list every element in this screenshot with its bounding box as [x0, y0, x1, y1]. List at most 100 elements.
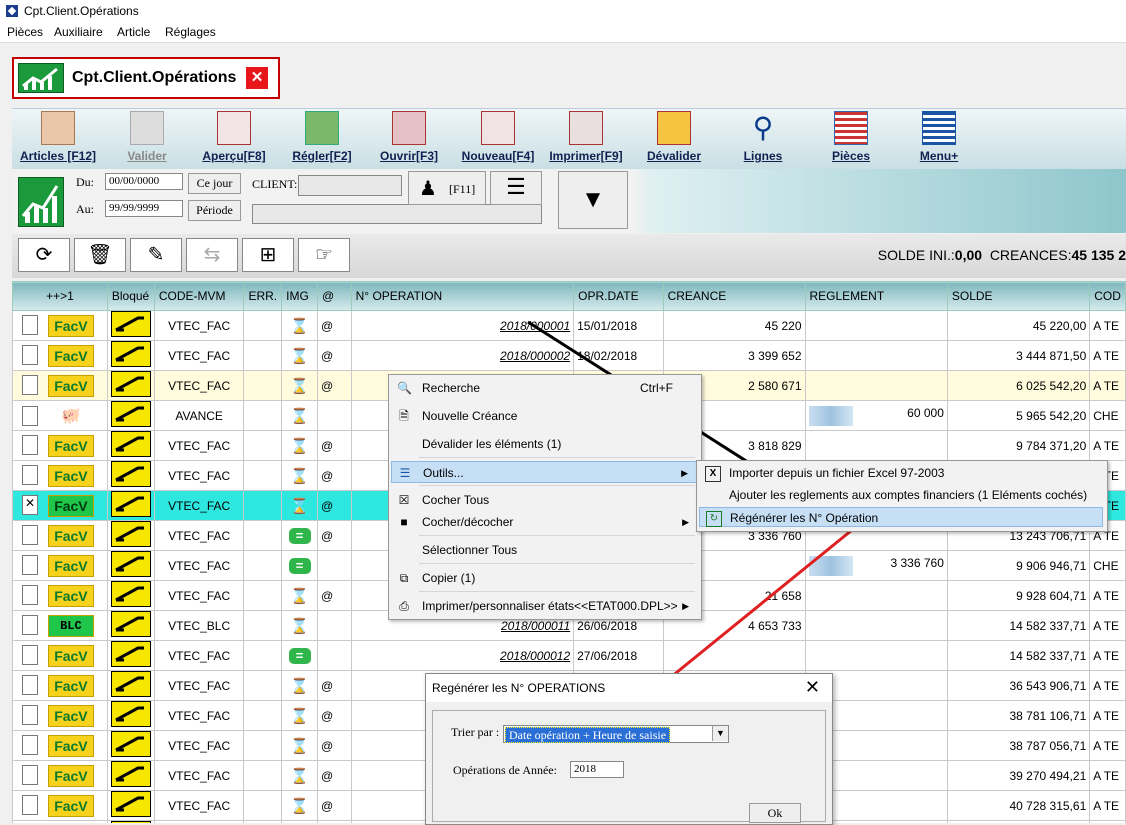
du-date-field[interactable]: 00/00/0000	[105, 173, 183, 190]
num-operation-cell[interactable]: 2018/000001	[350, 310, 575, 341]
row-check-cell[interactable]: FacV	[12, 370, 108, 401]
bloque-cell[interactable]	[106, 430, 155, 461]
submenu-item-ajouter-reglements[interactable]: Ajouter les reglements aux comptes finan…	[699, 485, 1103, 505]
bloque-cell[interactable]	[106, 310, 155, 341]
row-check-cell[interactable]: ✕ FacV	[12, 490, 108, 521]
row-check-cell[interactable]: FacV	[12, 730, 108, 761]
column-header-opr-date[interactable]: OPR.DATE	[573, 281, 664, 311]
column-header-num-operation[interactable]: N° OPERATION	[350, 281, 575, 311]
valider-button[interactable]: Valider	[112, 111, 182, 163]
column-header-err[interactable]: ERR.	[243, 281, 283, 311]
row-checkbox[interactable]	[22, 374, 38, 395]
row-check-cell[interactable]: FacV	[12, 310, 108, 341]
hamburger-menu-button[interactable]: ☰	[490, 171, 542, 205]
ok-button[interactable]: Ok	[749, 803, 801, 823]
trier-par-select[interactable]: Date opération + Heure de saisie ▼	[503, 725, 729, 743]
column-header-solde[interactable]: SOLDE	[946, 281, 1091, 311]
num-operation-cell[interactable]: 2018/000012	[350, 640, 575, 671]
nouveau-button[interactable]: Nouveau[F4]	[456, 111, 540, 163]
bloque-cell[interactable]	[106, 730, 155, 761]
row-checkbox[interactable]	[22, 314, 38, 335]
row-check-cell[interactable]: FacV	[12, 550, 108, 581]
bloque-cell[interactable]	[106, 580, 155, 611]
row-check-cell[interactable]: 🐖	[12, 400, 108, 431]
menu-reglages[interactable]: Réglages	[165, 25, 216, 39]
devalider-button[interactable]: Dévalider	[638, 111, 710, 163]
column-header-reglement[interactable]: REGLEMENT	[804, 281, 948, 311]
row-check-cell[interactable]: FacV	[12, 340, 108, 371]
client-lookup-button[interactable]: ♟ [F11]	[408, 171, 486, 205]
column-header-at[interactable]: @	[317, 281, 352, 311]
row-checkbox[interactable]	[22, 644, 38, 665]
row-checkbox[interactable]	[22, 584, 38, 605]
row-checkbox[interactable]	[22, 554, 38, 575]
bloque-cell[interactable]	[106, 760, 155, 791]
row-check-cell[interactable]: FacV	[12, 700, 108, 731]
document-tab[interactable]: Cpt.Client.Opérations ✕	[12, 57, 280, 99]
column-header-code-mvm[interactable]: CODE-MVM	[153, 281, 245, 311]
submenu-item-regenerer[interactable]: ↻ Régénérer les N° Opération	[699, 507, 1103, 527]
row-check-cell[interactable]: FacV	[12, 760, 108, 791]
num-operation-cell[interactable]: 2018/000002	[350, 340, 575, 371]
bloque-cell[interactable]	[106, 370, 155, 401]
table-row[interactable]: FacV VTEC_FAC = 2018/000012 27/06/2018 14 582…	[12, 640, 1126, 671]
row-checkbox[interactable]	[22, 344, 38, 365]
table-row[interactable]: FacV VTEC_FAC ⌛ @2018/000002 18/02/2018 3 399…	[12, 340, 1126, 371]
menu-item-selectionner-tous[interactable]: Sélectionner Tous	[391, 539, 697, 561]
table-row[interactable]: FacV VTEC_FAC ⌛ @2018/000001 15/01/2018 45 22…	[12, 310, 1126, 341]
bloque-cell[interactable]	[106, 490, 155, 521]
client-field[interactable]	[298, 175, 402, 196]
ce-jour-button[interactable]: Ce jour	[188, 173, 241, 194]
row-checkbox[interactable]	[22, 674, 38, 695]
menu-item-imprimer-etats[interactable]: ⎙ Imprimer/personnaliser états<<ETAT000.…	[391, 595, 697, 617]
regler-button[interactable]: Régler[F2]	[284, 111, 360, 163]
row-check-cell[interactable]: BLC	[12, 610, 108, 641]
refresh-button[interactable]: ⟳	[18, 238, 70, 272]
dialog-close-button[interactable]: ✕	[805, 677, 820, 698]
bloque-cell[interactable]	[106, 670, 155, 701]
row-checkbox[interactable]	[22, 524, 38, 545]
bloque-cell[interactable]	[106, 460, 155, 491]
row-checkbox[interactable]	[22, 764, 38, 785]
bloque-cell[interactable]	[106, 550, 155, 581]
ouvrir-button[interactable]: Ouvrir[F3]	[374, 111, 444, 163]
articles-button[interactable]: Articles [F12]	[16, 111, 100, 163]
row-checkbox[interactable]	[22, 704, 38, 725]
row-check-cell[interactable]: FacV	[12, 640, 108, 671]
bloque-cell[interactable]	[106, 400, 155, 431]
edit-button[interactable]: ✎	[130, 238, 182, 272]
menu-item-cocher-decocher[interactable]: ■ Cocher/décocher ▶	[391, 511, 697, 533]
annee-field[interactable]: 2018	[570, 761, 624, 778]
lignes-button[interactable]: ⚲ Lignes	[728, 111, 798, 163]
row-checkbox[interactable]	[22, 794, 38, 815]
row-check-cell[interactable]: FacV	[12, 790, 108, 821]
row-check-cell[interactable]: FacV	[12, 580, 108, 611]
menu-auxiliaire[interactable]: Auxiliaire	[54, 25, 103, 39]
bloque-cell[interactable]	[106, 640, 155, 671]
filter-button[interactable]: ▼	[558, 171, 628, 229]
row-checkbox[interactable]	[22, 734, 38, 755]
row-check-cell[interactable]: FacV	[12, 670, 108, 701]
bloque-cell[interactable]	[106, 790, 155, 821]
row-checkbox[interactable]	[22, 434, 38, 455]
menu-item-copier[interactable]: ⧉ Copier (1)	[391, 567, 697, 589]
row-checkbox[interactable]	[22, 405, 38, 426]
row-checkbox[interactable]	[22, 614, 38, 635]
pointer-button[interactable]: ☞	[298, 238, 350, 272]
client-name-field[interactable]	[252, 204, 542, 224]
column-header-creance[interactable]: CREANCE	[662, 281, 806, 311]
imprimer-button[interactable]: Imprimer[F9]	[544, 111, 628, 163]
select-area-button[interactable]: ⊞	[242, 238, 294, 272]
bloque-cell[interactable]	[106, 610, 155, 641]
row-check-cell[interactable]: FacV	[12, 460, 108, 491]
menu-item-nouvelle-creance[interactable]: 🗎 Nouvelle Créance	[391, 405, 697, 427]
column-header-check[interactable]: ++>1	[12, 281, 108, 311]
column-header-bloque[interactable]: Bloqué	[106, 281, 155, 311]
row-checkbox[interactable]	[22, 464, 38, 485]
column-header-img[interactable]: IMG	[281, 281, 318, 311]
bloque-cell[interactable]	[106, 520, 155, 551]
row-check-cell[interactable]: FacV	[12, 430, 108, 461]
row-check-cell[interactable]: FacV	[12, 520, 108, 551]
bloque-cell[interactable]	[106, 340, 155, 371]
pieces-button[interactable]: Pièces	[816, 111, 886, 163]
